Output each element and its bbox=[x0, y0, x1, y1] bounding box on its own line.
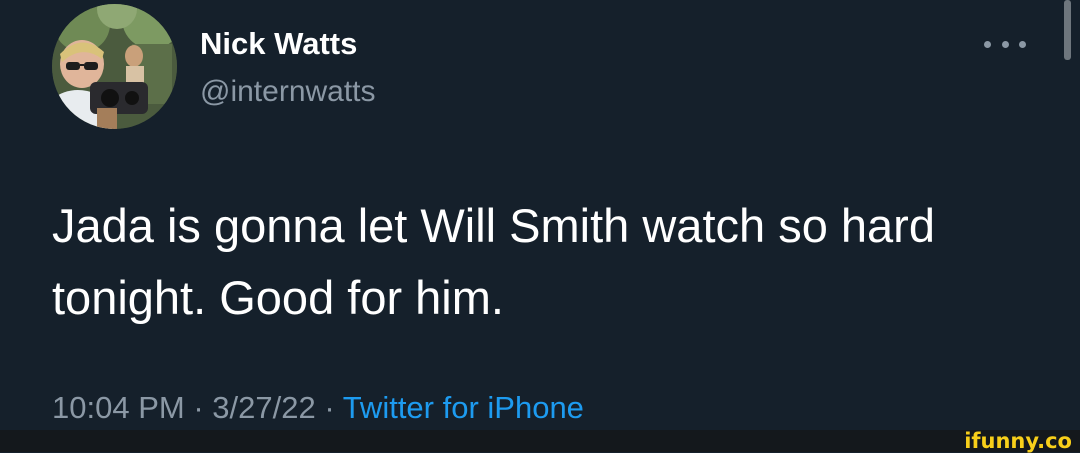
tweet-metadata: 10:04 PM · 3/27/22 · Twitter for iPhone bbox=[52, 390, 584, 426]
tweet-text: Jada is gonna let Will Smith watch so ha… bbox=[52, 199, 935, 324]
more-dot bbox=[1001, 40, 1009, 48]
more-dot bbox=[984, 40, 991, 48]
watermark-bar bbox=[0, 430, 1080, 452]
more-dot bbox=[1019, 40, 1026, 48]
author-avatar[interactable] bbox=[52, 4, 177, 129]
tweet-time[interactable]: 10:04 PM bbox=[52, 390, 185, 425]
avatar-photo bbox=[52, 4, 177, 129]
more-options-icon[interactable] bbox=[984, 30, 1026, 58]
author-handle[interactable]: @internwatts bbox=[200, 75, 376, 109]
tweet-date[interactable]: 3/27/22 bbox=[212, 390, 315, 425]
tweet-card: Nick Watts @internwatts Jada is gonna le… bbox=[0, 0, 1080, 430]
scrollbar[interactable] bbox=[1064, 0, 1071, 60]
tweet-source-link[interactable]: Twitter for iPhone bbox=[343, 390, 584, 425]
meta-separator: · bbox=[184, 390, 213, 425]
meta-separator: · bbox=[315, 390, 343, 425]
author-display-name[interactable]: Nick Watts bbox=[200, 26, 357, 62]
ifunny-watermark-logo: ifunny.co bbox=[964, 429, 1072, 453]
